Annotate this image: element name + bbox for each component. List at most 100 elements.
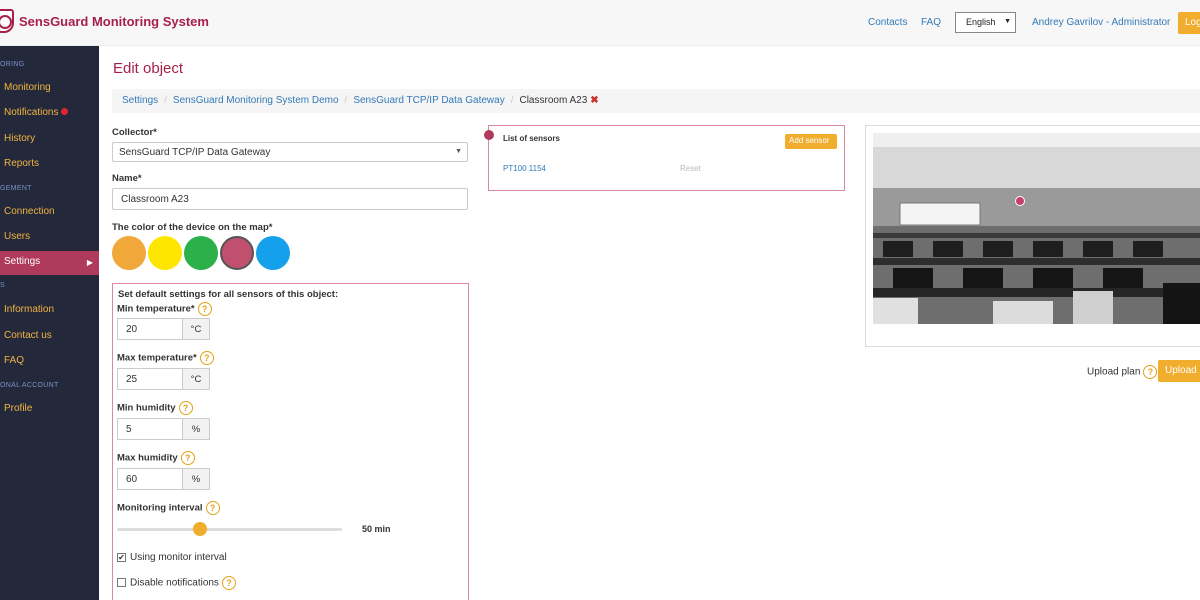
min-temperature-input[interactable]: 20: [117, 318, 183, 340]
sensors-title: List of sensors: [503, 134, 560, 143]
sidebar-item-label: Profile: [4, 403, 33, 414]
delete-icon[interactable]: ✖: [590, 95, 598, 106]
sidebar: ORING Monitoring Notifications History R…: [0, 46, 99, 600]
brand-title[interactable]: SensGuard Monitoring System: [19, 14, 209, 29]
use-interval-checkbox[interactable]: ✔: [117, 553, 126, 562]
sidebar-item-label: Information: [4, 304, 55, 315]
help-icon[interactable]: ?: [199, 351, 214, 365]
monitoring-interval-label: Monitoring interval?: [117, 501, 220, 515]
max-humidity-label: Max humidity?: [117, 451, 195, 465]
max-temperature-label-text: Max temperature*: [117, 352, 197, 364]
collector-value: SensGuard TCP/IP Data Gateway: [119, 147, 271, 158]
sidebar-item-faq[interactable]: FAQ: [0, 350, 99, 374]
temperature-unit: °C: [183, 368, 210, 390]
chevron-down-icon: ▼: [455, 148, 462, 155]
disable-notifications-label: Disable notifications?: [130, 576, 236, 590]
sidebar-item-label: Monitoring: [4, 82, 51, 93]
name-input[interactable]: Classroom A23: [112, 188, 468, 210]
sidebar-item-notifications[interactable]: Notifications: [0, 102, 99, 126]
sidebar-item-profile[interactable]: Profile: [0, 398, 99, 422]
sidebar-item-settings[interactable]: Settings ▶: [0, 251, 99, 275]
help-icon[interactable]: ?: [1143, 365, 1158, 379]
collector-select[interactable]: SensGuard TCP/IP Data Gateway ▼: [112, 142, 468, 162]
breadcrumb-separator: /: [164, 95, 167, 106]
sidebar-section-account: ONAL ACCOUNT: [0, 382, 59, 389]
help-icon[interactable]: ?: [205, 501, 220, 515]
color-swatch-blue[interactable]: [256, 236, 290, 270]
color-swatch-green[interactable]: [184, 236, 218, 270]
help-icon[interactable]: ?: [178, 401, 193, 415]
language-select[interactable]: English ▼: [955, 12, 1016, 33]
breadcrumb-demo[interactable]: SensGuard Monitoring System Demo: [173, 95, 339, 106]
sidebar-item-label: Connection: [4, 206, 55, 217]
max-temperature-label: Max temperature*?: [117, 351, 214, 365]
breadcrumb-current: Classroom A23: [519, 95, 588, 106]
monitoring-interval-slider[interactable]: [117, 528, 342, 531]
sidebar-item-label: Settings: [4, 256, 41, 267]
sidebar-item-contact-us[interactable]: Contact us: [0, 325, 99, 349]
name-label: Name*: [112, 173, 142, 184]
breadcrumb-settings[interactable]: Settings: [122, 95, 158, 106]
sidebar-item-label: Notifications: [4, 107, 59, 118]
language-value: English: [966, 17, 996, 27]
help-icon[interactable]: ?: [197, 302, 212, 316]
min-humidity-label-text: Min humidity: [117, 402, 176, 414]
sidebar-section-management: GEMENT: [0, 185, 32, 192]
sidebar-item-connection[interactable]: Connection: [0, 201, 99, 225]
min-temperature-label: Min temperature*?: [117, 302, 212, 316]
max-humidity-label-text: Max humidity: [117, 452, 178, 464]
contacts-link[interactable]: Contacts: [868, 17, 907, 28]
upload-plan-label-text: Upload plan: [1087, 366, 1141, 378]
breadcrumb: Settings / SensGuard Monitoring System Dem…: [112, 89, 1200, 113]
faq-link[interactable]: FAQ: [921, 17, 941, 28]
sidebar-item-history[interactable]: History: [0, 128, 99, 152]
sidebar-item-label: History: [4, 133, 36, 144]
sidebar-item-label: Contact us: [4, 330, 52, 341]
logout-button[interactable]: Log: [1178, 12, 1200, 34]
min-temperature-label-text: Min temperature*: [117, 303, 195, 315]
min-humidity-input[interactable]: 5: [117, 418, 183, 440]
breadcrumb-gateway[interactable]: SensGuard TCP/IP Data Gateway: [353, 95, 504, 106]
sidebar-item-users[interactable]: Users: [0, 226, 99, 250]
breadcrumb-separator: /: [344, 95, 348, 106]
sidebar-item-label: Reports: [4, 158, 40, 169]
sensor-dot-icon: [484, 130, 494, 140]
monitoring-interval-value: 50 min: [362, 524, 391, 534]
max-humidity-input[interactable]: 60: [117, 468, 183, 490]
chevron-right-icon: ▶: [86, 258, 93, 267]
disable-notifications-label-text: Disable notifications: [130, 577, 219, 589]
user-menu-link[interactable]: Andrey Gavrilov - Administrator: [1032, 17, 1170, 28]
humidity-unit: %: [183, 468, 210, 490]
top-navbar: SensGuard Monitoring System Contacts FAQ…: [0, 0, 1200, 46]
logo-icon: [0, 9, 14, 33]
sensor-reset-button[interactable]: Reset: [680, 164, 701, 173]
sidebar-item-monitoring[interactable]: Monitoring: [0, 77, 99, 101]
upload-plan-label: Upload plan?: [1087, 365, 1158, 379]
color-swatch-orange[interactable]: [112, 236, 146, 270]
temperature-unit: °C: [183, 318, 210, 340]
disable-notifications-checkbox[interactable]: [117, 578, 126, 587]
help-icon[interactable]: ?: [180, 451, 195, 465]
sidebar-section-monitoring: ORING: [0, 61, 25, 68]
sidebar-section-info: S: [0, 282, 5, 289]
min-humidity-label: Min humidity?: [117, 401, 193, 415]
sensor-link[interactable]: PT100 1154: [503, 164, 546, 173]
use-interval-label: Using monitor interval: [130, 552, 227, 563]
add-sensor-button[interactable]: Add sensor: [785, 134, 837, 149]
classroom-plan-image[interactable]: [873, 133, 1200, 324]
sidebar-item-information[interactable]: Information: [0, 299, 99, 323]
breadcrumb-separator: /: [510, 95, 514, 106]
upload-plan-button[interactable]: Upload p: [1158, 360, 1200, 382]
max-temperature-input[interactable]: 25: [117, 368, 183, 390]
help-icon[interactable]: ?: [221, 576, 236, 590]
collector-label: Collector*: [112, 127, 157, 138]
sidebar-item-reports[interactable]: Reports: [0, 153, 99, 177]
color-swatch-pink-selected[interactable]: [220, 236, 254, 270]
sidebar-item-label: Users: [4, 231, 31, 242]
sidebar-item-label: FAQ: [4, 355, 25, 366]
sensor-marker-icon[interactable]: [1015, 196, 1025, 206]
color-swatch-yellow[interactable]: [148, 236, 182, 270]
defaults-title: Set default settings for all sensors of …: [118, 289, 339, 300]
humidity-unit: %: [183, 418, 210, 440]
color-label: The color of the device on the map*: [112, 222, 273, 233]
